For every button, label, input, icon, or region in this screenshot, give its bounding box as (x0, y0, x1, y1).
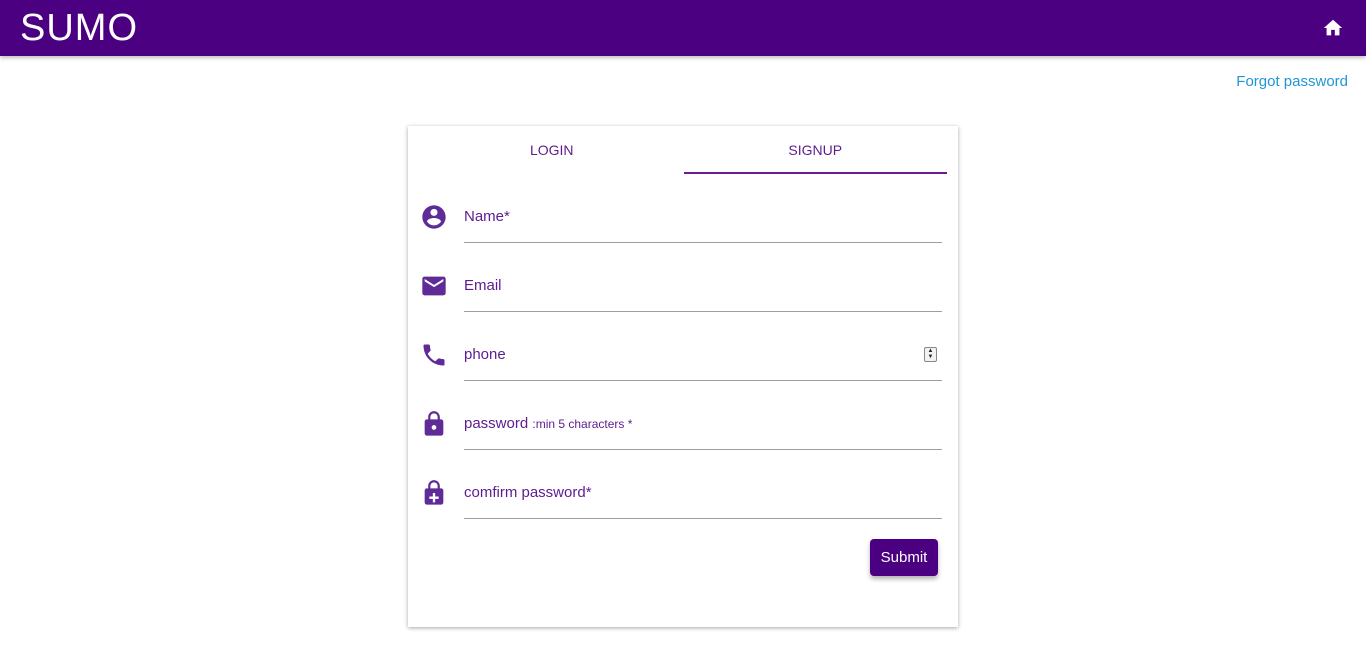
mail-icon (422, 276, 446, 296)
account-circle-icon (422, 205, 446, 229)
lock-plus-icon (424, 480, 444, 505)
phone-input[interactable] (464, 333, 942, 381)
home-icon (1323, 19, 1343, 36)
tab-signup[interactable]: SIGNUP (683, 126, 948, 174)
email-field: Email (420, 264, 942, 314)
app-bar: SUMO (0, 0, 1366, 56)
signup-card: LOGIN SIGNUP Name* Email phone ▲ ▼ passw… (408, 126, 958, 627)
confirm-password-input[interactable] (464, 471, 942, 519)
email-input[interactable] (464, 264, 942, 312)
password-input[interactable] (464, 402, 942, 450)
name-field: Name* (420, 195, 942, 245)
stepper-down-icon[interactable]: ▼ (925, 354, 936, 360)
phone-stepper[interactable]: ▲ ▼ (924, 347, 937, 362)
name-input[interactable] (464, 195, 942, 243)
phone-icon (423, 344, 445, 366)
phone-field: phone ▲ ▼ (420, 333, 942, 383)
tab-login[interactable]: LOGIN (420, 126, 684, 174)
app-title: SUMO (20, 7, 138, 49)
confirm-password-field: comfirm password* (420, 471, 942, 521)
submit-button[interactable]: Submit (870, 539, 938, 576)
forgot-password-link[interactable]: Forgot password (1236, 73, 1348, 90)
lock-icon (424, 411, 444, 436)
auth-tabs: LOGIN SIGNUP (420, 126, 947, 174)
home-button[interactable] (1322, 17, 1344, 39)
password-field: password :min 5 characters * (420, 402, 942, 452)
